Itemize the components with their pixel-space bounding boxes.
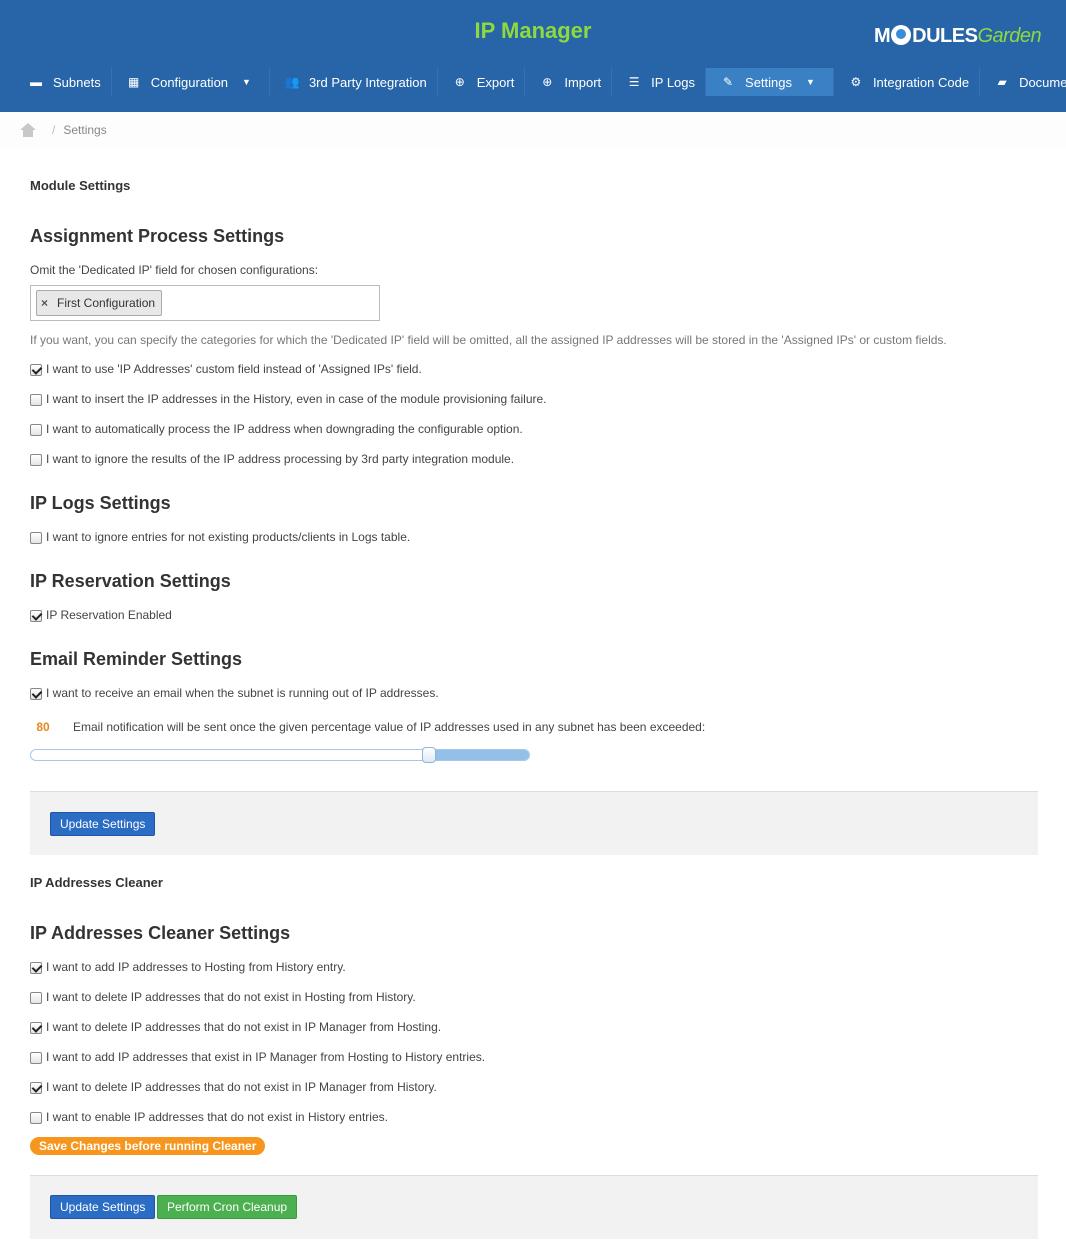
percentage-slider[interactable] bbox=[30, 747, 530, 763]
checkbox[interactable] bbox=[30, 962, 42, 974]
wrench-icon: ✎ bbox=[723, 75, 734, 89]
import-icon: ⊕ bbox=[542, 75, 553, 89]
cleaner-option-delete-from-history[interactable]: I want to delete IP addresses that do no… bbox=[30, 1080, 437, 1094]
book-icon: ▰ bbox=[997, 75, 1007, 89]
breadcrumb-current: Settings bbox=[63, 123, 107, 137]
option-ignore-missing-entries[interactable]: I want to ignore entries for not existin… bbox=[30, 530, 410, 544]
nav-configuration[interactable]: ▦ Configuration ▼ bbox=[112, 68, 270, 96]
caret-down-icon: ▼ bbox=[242, 77, 251, 87]
nav-3rd-party-integration[interactable]: 👥 3rd Party Integration bbox=[270, 68, 438, 96]
checkbox[interactable] bbox=[30, 1022, 42, 1034]
cleaner-settings-title: IP Addresses Cleaner Settings bbox=[30, 923, 291, 943]
selected-configuration-tag: × First Configuration bbox=[36, 290, 163, 316]
cleaner-option-add-to-history[interactable]: I want to add IP addresses that exist in… bbox=[30, 1050, 485, 1064]
cleaner-option-enable-not-in-history[interactable]: I want to enable IP addresses that do no… bbox=[30, 1110, 388, 1124]
checkbox[interactable] bbox=[30, 1112, 42, 1124]
checkbox[interactable] bbox=[30, 1052, 42, 1064]
slider-handle[interactable] bbox=[422, 747, 437, 763]
caret-down-icon: ▼ bbox=[806, 77, 815, 87]
nav-ip-logs[interactable]: ☰ IP Logs bbox=[612, 68, 707, 96]
email-reminder-settings-title: Email Reminder Settings bbox=[30, 649, 243, 669]
option-email-running-out[interactable]: I want to receive an email when the subn… bbox=[30, 686, 439, 700]
cleaner-update-settings-button[interactable]: Update Settings bbox=[50, 1195, 156, 1219]
briefcase-icon: ▬ bbox=[30, 75, 42, 89]
checkbox[interactable] bbox=[30, 364, 42, 376]
cleaner-option-add-to-hosting[interactable]: I want to add IP addresses to Hosting fr… bbox=[30, 960, 346, 974]
module-settings-heading: Module Settings bbox=[30, 178, 131, 193]
main-nav: ▬ Subnets ▦ Configuration ▼ 👥 3rd Party … bbox=[14, 68, 1066, 96]
module-settings-actions: Update Settings bbox=[30, 791, 1038, 855]
breadcrumb: / Settings bbox=[0, 112, 1066, 148]
option-process-on-downgrade[interactable]: I want to automatically process the IP a… bbox=[30, 422, 523, 436]
nav-integration-code[interactable]: ⚙ Integration Code bbox=[834, 68, 981, 96]
nav-documentation[interactable]: ▰ Documentation bbox=[980, 68, 1066, 96]
checkbox[interactable] bbox=[30, 992, 42, 1004]
home-icon[interactable] bbox=[20, 123, 36, 137]
list-icon: ☰ bbox=[628, 75, 640, 89]
checkbox[interactable] bbox=[30, 394, 42, 406]
checkbox[interactable] bbox=[30, 688, 42, 700]
percentage-label: Email notification will be sent once the… bbox=[73, 720, 706, 734]
ip-logs-settings-title: IP Logs Settings bbox=[30, 493, 171, 513]
modulesgarden-logo: M DULESGarden bbox=[874, 25, 1042, 47]
omit-configurations-select[interactable]: × First Configuration bbox=[30, 285, 380, 321]
gears-icon: ⚙ bbox=[850, 75, 862, 89]
omit-dedicated-ip-label: Omit the 'Dedicated IP' field for chosen… bbox=[30, 263, 319, 277]
remove-tag-icon[interactable]: × bbox=[41, 291, 48, 315]
perform-cron-cleanup-button[interactable]: Perform Cron Cleanup bbox=[157, 1195, 298, 1219]
checkbox[interactable] bbox=[30, 424, 42, 436]
option-use-ip-addresses-field[interactable]: I want to use 'IP Addresses' custom fiel… bbox=[30, 362, 422, 376]
nav-import[interactable]: ⊕ Import bbox=[525, 68, 613, 96]
nav-subnets[interactable]: ▬ Subnets bbox=[14, 68, 112, 96]
grid-icon: ▦ bbox=[128, 75, 140, 89]
percentage-value[interactable]: 80 bbox=[26, 714, 60, 740]
breadcrumb-separator: / bbox=[52, 123, 56, 137]
checkbox[interactable] bbox=[30, 532, 42, 544]
assignment-settings-title: Assignment Process Settings bbox=[30, 226, 285, 246]
save-changes-warning-badge: Save Changes before running Cleaner bbox=[30, 1137, 266, 1155]
ip-cleaner-heading: IP Addresses Cleaner bbox=[30, 875, 163, 890]
ip-reservation-settings-title: IP Reservation Settings bbox=[30, 571, 231, 591]
omit-help-text: If you want, you can specify the categor… bbox=[30, 333, 947, 347]
checkbox[interactable] bbox=[30, 1082, 42, 1094]
nav-settings[interactable]: ✎ Settings ▼ bbox=[706, 68, 834, 96]
app-header: IP Manager M DULESGarden ▬ Subnets ▦ Conf… bbox=[0, 0, 1066, 112]
slider-fill bbox=[429, 750, 529, 760]
nav-export[interactable]: ⊕ Export bbox=[438, 68, 526, 96]
checkbox[interactable] bbox=[30, 610, 42, 622]
cleaner-option-delete-from-hosting[interactable]: I want to delete IP addresses that do no… bbox=[30, 1020, 441, 1034]
cleaner-actions: Update Settings Perform Cron Cleanup bbox=[30, 1175, 1038, 1239]
users-icon: 👥 bbox=[284, 75, 300, 89]
cleaner-option-delete-not-in-hosting[interactable]: I want to delete IP addresses that do no… bbox=[30, 990, 416, 1004]
checkbox[interactable] bbox=[30, 454, 42, 466]
option-ip-reservation-enabled[interactable]: IP Reservation Enabled bbox=[30, 608, 172, 622]
option-ignore-3rd-party-results[interactable]: I want to ignore the results of the IP a… bbox=[30, 452, 514, 466]
update-settings-button[interactable]: Update Settings bbox=[50, 812, 156, 836]
logo-globe-icon bbox=[891, 25, 912, 45]
export-icon: ⊕ bbox=[454, 75, 465, 89]
option-insert-history-on-failure[interactable]: I want to insert the IP addresses in the… bbox=[30, 392, 547, 406]
